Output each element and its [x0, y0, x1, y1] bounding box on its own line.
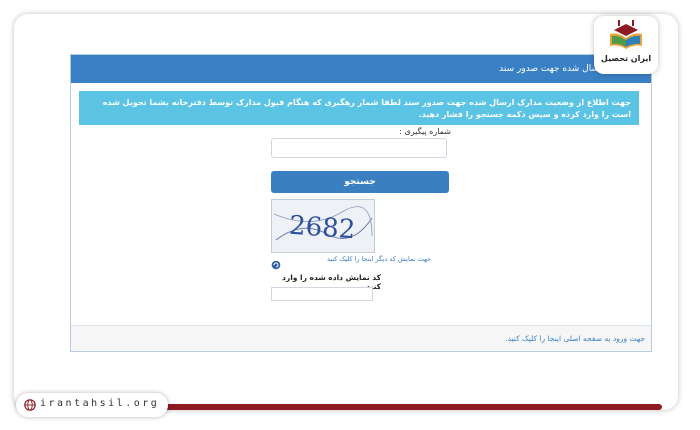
site-url-text: irantahsil.org — [40, 398, 160, 409]
globe-icon — [24, 399, 36, 411]
panel-header: سال شده جهت صدور سند — [71, 55, 651, 83]
captcha-input[interactable] — [271, 287, 373, 301]
book-logo-icon — [610, 20, 642, 49]
captcha-image: 2682 — [271, 199, 375, 253]
irantahsil-logo: ایران تحصیل — [594, 16, 658, 74]
home-link[interactable]: جهت ورود به صفحه اصلی اینجا را کلیک کنید… — [71, 325, 651, 351]
refresh-captcha-link[interactable]: جهت نمایش کد دیگر اینجا را کلیک کنید — [271, 255, 431, 267]
panel-header-title: سال شده جهت صدور سند — [499, 64, 599, 74]
tracking-number-input[interactable] — [271, 138, 447, 158]
captcha-code-text: 2682 — [288, 211, 356, 246]
accent-line — [158, 404, 662, 410]
search-button[interactable]: جستجو — [271, 171, 449, 193]
site-url-badge: irantahsil.org — [16, 393, 168, 417]
tracking-panel: سال شده جهت صدور سند جهت اطلاع از وضعیت … — [70, 54, 652, 352]
tracking-number-label: شماره پیگیری : — [399, 127, 451, 136]
logo-text: ایران تحصیل — [600, 54, 652, 63]
info-alert: جهت اطلاع از وضعیت مدارک ارسال شده جهت ص… — [79, 91, 639, 125]
